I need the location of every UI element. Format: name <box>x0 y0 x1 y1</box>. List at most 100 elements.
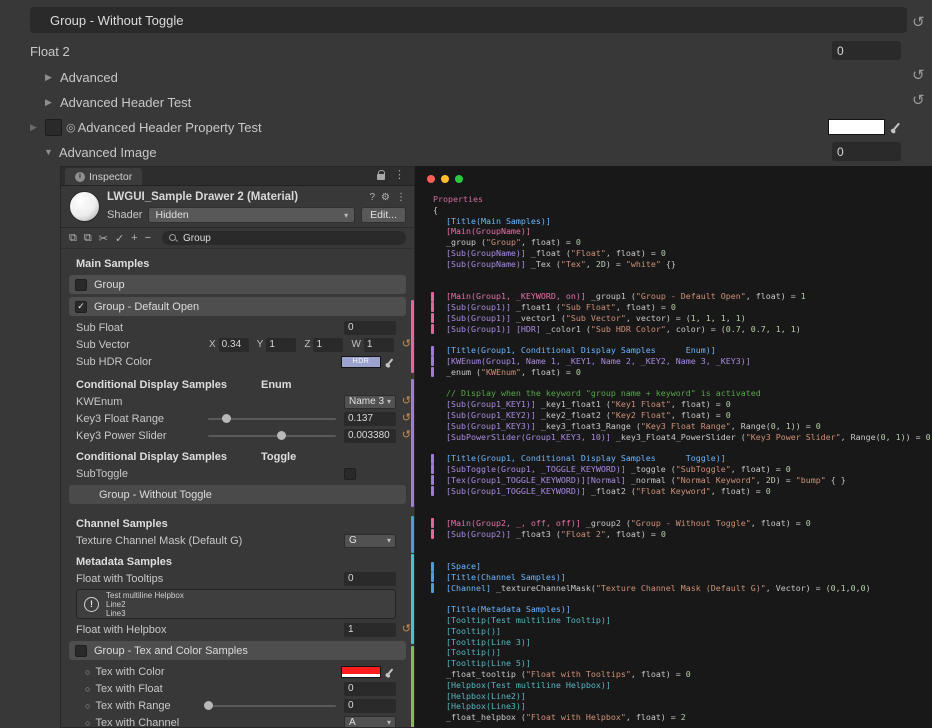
group-header-label: Group - Without Toggle <box>99 489 212 501</box>
foldout-arrow-icon[interactable]: ▶ <box>30 122 45 133</box>
eyedropper-icon <box>386 358 393 365</box>
toggle-checkbox[interactable] <box>45 119 62 136</box>
tex-with-range-slider[interactable] <box>208 705 336 707</box>
help-icon[interactable]: ? <box>369 192 375 203</box>
code-line: [Tooltip(Test multiline Tooltip)] <box>415 615 932 626</box>
code-section-indicator <box>431 529 434 539</box>
slider-handle[interactable] <box>277 431 286 440</box>
advanced-header-test-foldout[interactable]: ▶ Advanced Header Test <box>45 92 191 112</box>
foldout-arrow-icon[interactable]: ▶ <box>45 97 60 108</box>
vector-y-field[interactable]: 1 <box>266 338 296 352</box>
code-editor-panel[interactable]: Properties{[Title(Main Samples)][Main(Gr… <box>415 166 932 728</box>
group-header-without-toggle-top[interactable]: Group - Without Toggle <box>30 7 907 33</box>
eyedropper-button[interactable] <box>383 665 396 679</box>
window-minimize-button[interactable] <box>441 175 449 183</box>
material-header: LWGUI_Sample Drawer 2 (Material) ? ⚙ ⋮ S… <box>61 186 414 228</box>
texture-object-icon[interactable]: ○ <box>85 718 90 728</box>
float-with-helpbox-field[interactable]: 1 <box>344 623 396 637</box>
search-input[interactable]: Group <box>162 231 406 245</box>
section-indicator-pink <box>411 300 414 373</box>
code-section-indicator <box>431 302 434 312</box>
revert-icon[interactable]: ↺ <box>402 411 411 424</box>
key3-float-range-field[interactable]: 0.137 <box>344 412 396 426</box>
float-with-tooltips-field[interactable]: 0 <box>344 572 396 586</box>
foldout-open-icon[interactable]: ▼ <box>44 147 59 157</box>
checkmark-icon[interactable]: ✓ <box>115 232 124 245</box>
material-preview-thumbnail[interactable] <box>69 191 100 222</box>
expand-all-icon[interactable]: + <box>131 232 137 244</box>
group-header-without-toggle[interactable]: Group - Without Toggle <box>69 485 406 504</box>
advanced-image-field[interactable]: 0 <box>832 142 901 161</box>
revert-icon[interactable]: ↺ <box>402 428 411 441</box>
group-header-group[interactable]: Group <box>69 275 406 294</box>
subtoggle-checkbox[interactable] <box>344 468 356 480</box>
eyedropper-button[interactable] <box>888 117 904 136</box>
tex-with-range-field[interactable]: 0 <box>344 699 396 713</box>
code-section-indicator <box>431 313 434 323</box>
revert-icon[interactable]: ↺ <box>402 394 411 407</box>
hdr-color-swatch[interactable]: HDR <box>341 356 381 368</box>
advanced-image-foldout[interactable]: ▼ Advanced Image <box>44 142 157 162</box>
helpbox: ! Test multiline Helpbox Line2 Line3 <box>76 589 396 619</box>
texture-object-icon[interactable]: ○ <box>85 701 90 711</box>
code-section-indicator <box>431 562 434 572</box>
group-toggle-checkbox-checked[interactable]: ✓ <box>75 301 87 313</box>
copy-icon[interactable]: ⧉ <box>69 232 77 245</box>
color-swatch-white[interactable] <box>828 119 885 135</box>
float2-field[interactable]: 0 <box>832 41 901 60</box>
key3-power-slider-row: Key3 Power Slider 0.003380 ↺ <box>61 427 414 444</box>
sub-hdr-color-label: Sub HDR Color <box>76 356 341 368</box>
group-toggle-checkbox[interactable] <box>75 645 87 657</box>
tex-with-float-field[interactable]: 0 <box>344 682 396 696</box>
code-section-indicator <box>431 464 434 474</box>
channel-dropdown[interactable]: A ▾ <box>344 716 396 728</box>
shader-label: Shader <box>107 209 142 221</box>
eyedropper-button[interactable] <box>383 355 396 369</box>
slider-handle[interactable] <box>222 414 231 423</box>
revert-icon[interactable]: ↺ <box>912 91 925 109</box>
screen: Group - Without Toggle ↺ Float 2 0 ▶ Adv… <box>0 0 932 728</box>
texture-object-icon[interactable]: ○ <box>85 667 90 677</box>
kwenum-dropdown[interactable]: Name 3 ▾ <box>344 395 396 409</box>
color-swatch-red[interactable] <box>341 666 381 678</box>
paste-icon[interactable]: ⧉ <box>84 232 92 245</box>
window-zoom-button[interactable] <box>455 175 463 183</box>
key3-power-slider-field[interactable]: 0.003380 <box>344 429 396 443</box>
sub-hdr-color-row: Sub HDR Color HDR <box>61 353 414 370</box>
kebab-menu-icon[interactable]: ⋮ <box>394 168 405 181</box>
key3-power-slider[interactable] <box>208 435 336 437</box>
vector-z-field[interactable]: 1 <box>313 338 343 352</box>
code-line <box>415 496 932 507</box>
code-line: [Sub(Group1)] _vector1 ("Sub Vector", ve… <box>415 313 932 324</box>
group-toggle-checkbox[interactable] <box>75 279 87 291</box>
revert-icon[interactable]: ↺ <box>912 13 925 31</box>
revert-icon[interactable]: ↺ <box>402 622 411 635</box>
foldout-arrow-icon[interactable]: ▶ <box>45 72 60 83</box>
lock-icon[interactable] <box>377 174 385 180</box>
code-line: _float_tooltip ("Float with Tooltips", f… <box>415 669 932 680</box>
cut-icon[interactable]: ✂ <box>99 232 108 245</box>
advanced-header-property-test-row[interactable]: ▶ ◎ Advanced Header Property Test <box>30 117 262 137</box>
window-close-button[interactable] <box>427 175 435 183</box>
edit-shader-button[interactable]: Edit... <box>361 207 406 223</box>
sub-float-field[interactable]: 0 <box>344 321 396 335</box>
revert-icon[interactable]: ↺ <box>402 337 411 350</box>
key3-float-range-row: Key3 Float Range 0.137 ↺ <box>61 410 414 427</box>
collapse-all-icon[interactable]: − <box>145 232 151 244</box>
slider-handle[interactable] <box>204 701 213 710</box>
tex-with-color-label: Tex with Color <box>95 666 341 678</box>
preset-icon[interactable]: ⚙ <box>381 192 390 203</box>
advanced-foldout[interactable]: ▶ Advanced <box>45 67 118 87</box>
channel-dropdown[interactable]: G ▾ <box>344 534 396 548</box>
key3-float-range-slider[interactable] <box>208 418 336 420</box>
revert-icon[interactable]: ↺ <box>912 66 925 84</box>
tex-with-channel-label: Tex with Channel <box>95 717 344 728</box>
shader-dropdown[interactable]: Hidden ▾ <box>148 207 355 223</box>
texture-object-icon[interactable]: ○ <box>85 684 90 694</box>
group-header-tex-and-color[interactable]: Group - Tex and Color Samples <box>69 641 406 660</box>
kebab-menu-icon[interactable]: ⋮ <box>396 192 406 203</box>
vector-x-field[interactable]: 0.34 <box>219 338 249 352</box>
tab-inspector[interactable]: i Inspector <box>65 168 142 185</box>
group-header-default-open[interactable]: ✓ Group - Default Open <box>69 297 406 316</box>
vector-w-field[interactable]: 1 <box>364 338 394 352</box>
